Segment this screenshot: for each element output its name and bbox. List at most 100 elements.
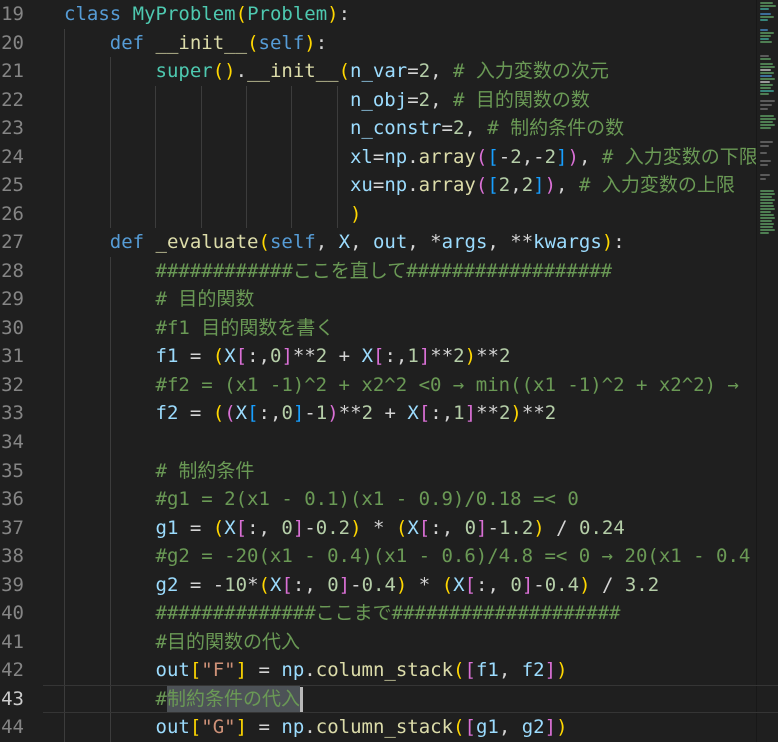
- indent-guide: [110, 428, 111, 457]
- minimap-bar: [760, 205, 774, 207]
- line-number[interactable]: 34: [0, 428, 24, 457]
- line-number[interactable]: 20: [0, 29, 24, 58]
- line-number[interactable]: 19: [0, 0, 24, 29]
- minimap-bar: [760, 115, 774, 117]
- code-text: super().__init__(n_var=2, # 入力変数の次元: [64, 57, 609, 86]
- minimap-bar: [760, 90, 774, 92]
- line-number[interactable]: 26: [0, 200, 24, 229]
- line-number[interactable]: 41: [0, 628, 24, 657]
- code-text: #g2 = -20(x1 - 0.4)(x1 - 0.6)/4.8 =< 0 →…: [64, 542, 750, 571]
- line-number[interactable]: 37: [0, 514, 24, 543]
- code-line[interactable]: 38 #g2 = -20(x1 - 0.4)(x1 - 0.6)/4.8 =< …: [0, 542, 778, 571]
- line-number[interactable]: 44: [0, 713, 24, 742]
- minimap-bar: [760, 199, 775, 201]
- active-line-border-top: [43, 685, 778, 686]
- minimap-bar: [760, 8, 769, 10]
- code-line[interactable]: 44 out["G"] = np.column_stack([g1, g2]): [0, 713, 778, 742]
- minimap-bar: [760, 217, 775, 219]
- code-line[interactable]: 28 ############ここを直して##################: [0, 257, 778, 286]
- code-lines-container[interactable]: 19class MyProblem(Problem):20 def __init…: [0, 0, 778, 742]
- code-text: def __init__(self):: [64, 29, 327, 58]
- minimap-bar: [760, 108, 768, 110]
- code-text: g1 = (X[:, 0]-0.2) * (X[:, 0]-1.2) / 0.2…: [64, 514, 625, 543]
- minimap-bar: [760, 75, 772, 77]
- code-text: #g1 = 2(x1 - 0.1)(x1 - 0.9)/0.18 =< 0: [64, 485, 579, 514]
- minimap-bar: [760, 226, 773, 228]
- code-line[interactable]: 19class MyProblem(Problem):: [0, 0, 778, 29]
- minimap-bar: [760, 32, 774, 34]
- line-number[interactable]: 38: [0, 542, 24, 571]
- code-text: #制約条件の代入: [64, 685, 303, 714]
- code-line[interactable]: 30 #f1 目的関数を書く: [0, 314, 778, 343]
- code-line[interactable]: 23 n_constr=2, # 制約条件の数: [0, 114, 778, 143]
- code-line[interactable]: 35 # 制約条件: [0, 457, 778, 486]
- line-number[interactable]: 36: [0, 485, 24, 514]
- code-text: g2 = -10*(X[:, 0]-0.4) * (X[:, 0]-0.4) /…: [64, 571, 659, 600]
- code-line[interactable]: 40 ##############ここまで###################…: [0, 599, 778, 628]
- code-line[interactable]: 27 def _evaluate(self, X, out, *args, **…: [0, 228, 778, 257]
- code-line[interactable]: 31 f1 = (X[:,0]**2 + X[:,1]**2)**2: [0, 342, 778, 371]
- minimap-bar: [760, 78, 775, 80]
- code-line[interactable]: 20 def __init__(self):: [0, 29, 778, 58]
- line-number[interactable]: 21: [0, 57, 24, 86]
- code-line[interactable]: 41 #目的関数の代入: [0, 628, 778, 657]
- minimap-bar: [760, 193, 775, 195]
- minimap[interactable]: [756, 0, 778, 742]
- minimap-bar: [760, 38, 769, 40]
- minimap-bar: [760, 220, 772, 222]
- code-line[interactable]: 24 xl=np.array([-2,-2]), # 入力変数の下限: [0, 143, 778, 172]
- minimap-bar: [760, 35, 771, 37]
- line-number[interactable]: 25: [0, 171, 24, 200]
- minimap-bar: [760, 229, 775, 231]
- line-number[interactable]: 30: [0, 314, 24, 343]
- minimap-bar: [760, 178, 766, 180]
- line-number[interactable]: 27: [0, 228, 24, 257]
- line-number[interactable]: 24: [0, 143, 24, 172]
- code-line[interactable]: 21 super().__init__(n_var=2, # 入力変数の次元: [0, 57, 778, 86]
- line-number[interactable]: 31: [0, 342, 24, 371]
- code-line[interactable]: 42 out["F"] = np.column_stack([f1, f2]): [0, 656, 778, 685]
- minimap-bar: [760, 58, 771, 60]
- code-line[interactable]: 43 #制約条件の代入: [0, 685, 778, 714]
- code-text: xl=np.array([-2,-2]), # 入力変数の下限: [64, 143, 758, 172]
- code-line[interactable]: 33 f2 = ((X[:,0]-1)**2 + X[:,1]**2)**2: [0, 399, 778, 428]
- minimap-bar: [760, 214, 774, 216]
- line-number[interactable]: 22: [0, 86, 24, 115]
- code-line[interactable]: 29 # 目的関数: [0, 285, 778, 314]
- code-text: #f1 目的関数を書く: [64, 314, 334, 343]
- code-line[interactable]: 36 #g1 = 2(x1 - 0.1)(x1 - 0.9)/0.18 =< 0: [0, 485, 778, 514]
- line-number[interactable]: 23: [0, 114, 24, 143]
- minimap-bar: [760, 55, 769, 57]
- selected-text: 制約条件の代入: [167, 686, 300, 712]
- code-text: xu=np.array([2,2]), # 入力変数の上限: [64, 171, 735, 200]
- line-number[interactable]: 35: [0, 457, 24, 486]
- code-line[interactable]: 37 g1 = (X[:, 0]-0.2) * (X[:, 0]-1.2) / …: [0, 514, 778, 543]
- line-number[interactable]: 33: [0, 399, 24, 428]
- minimap-bar: [760, 81, 770, 83]
- code-line[interactable]: 25 xu=np.array([2,2]), # 入力変数の上限: [0, 171, 778, 200]
- code-line[interactable]: 39 g2 = -10*(X[:, 0]-0.4) * (X[:, 0]-0.4…: [0, 571, 778, 600]
- line-number[interactable]: 40: [0, 599, 24, 628]
- line-number[interactable]: 28: [0, 257, 24, 286]
- minimap-bar: [760, 196, 772, 198]
- code-line[interactable]: 34: [0, 428, 778, 457]
- code-text: #目的関数の代入: [64, 628, 300, 657]
- indent-guide: [64, 428, 65, 457]
- code-editor[interactable]: 19class MyProblem(Problem):20 def __init…: [0, 0, 778, 742]
- line-number[interactable]: 32: [0, 371, 24, 400]
- minimap-bar: [760, 141, 773, 143]
- line-number[interactable]: 43: [0, 685, 24, 714]
- code-line[interactable]: 22 n_obj=2, # 目的関数の数: [0, 86, 778, 115]
- line-number[interactable]: 42: [0, 656, 24, 685]
- code-line[interactable]: 32 #f2 = (x1 -1)^2 + x2^2 <0 → min((x1 -…: [0, 371, 778, 400]
- minimap-bar: [760, 16, 774, 18]
- line-number[interactable]: 29: [0, 285, 24, 314]
- code-text: ############ここを直して##################: [64, 257, 612, 286]
- code-text: out["F"] = np.column_stack([f1, f2]): [64, 656, 568, 685]
- line-number[interactable]: 39: [0, 571, 24, 600]
- code-text: n_constr=2, # 制約条件の数: [64, 114, 624, 143]
- minimap-bar: [760, 152, 767, 154]
- code-line[interactable]: 26 ): [0, 200, 778, 229]
- minimap-bar: [760, 63, 773, 65]
- code-text: #f2 = (x1 -1)^2 + x2^2 <0 → min((x1 -1)^…: [64, 371, 739, 400]
